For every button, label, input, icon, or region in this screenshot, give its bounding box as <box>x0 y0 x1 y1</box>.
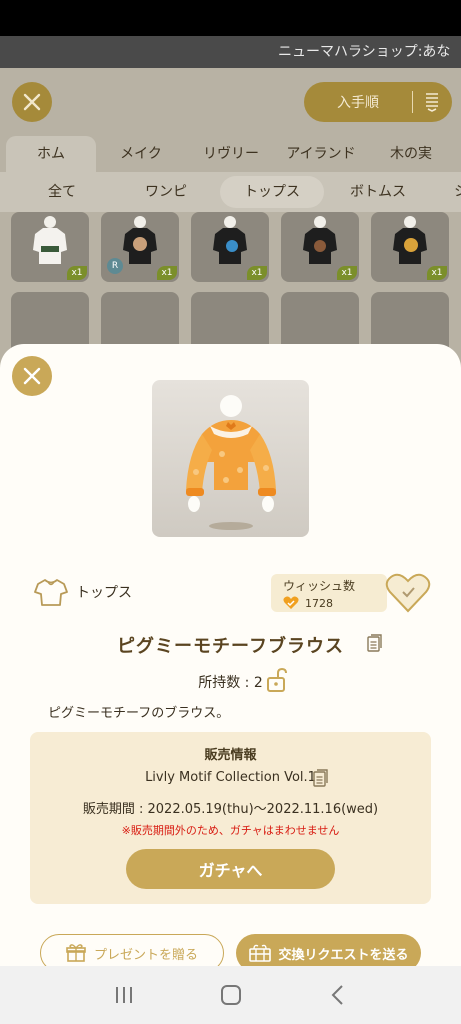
item-count: x1 <box>247 266 267 280</box>
close-shop-button[interactable] <box>12 82 52 122</box>
document-icon[interactable] <box>313 769 329 791</box>
owned-count: 所持数 : 2 <box>198 675 263 691</box>
category-label: トップス <box>34 574 132 610</box>
category-text: トップス <box>76 585 132 601</box>
home-icon <box>220 985 241 1005</box>
home-button[interactable] <box>211 975 251 1015</box>
tab-tops[interactable]: トップス <box>220 176 324 208</box>
wish-count-box: ウィッシュ数 1728 <box>271 574 387 612</box>
tab-make[interactable]: メイク <box>96 136 186 172</box>
recents-button[interactable] <box>104 975 144 1015</box>
tab-home[interactable]: ホム <box>6 136 96 172</box>
item-detail-sheet: トップス ウィッシュ数 1728 ピグミーモチーフブラウス 所持数 : 2 ピグ… <box>0 344 461 966</box>
subcategory-tabs: 全て ワンピ トップス ボトムス シ <box>0 172 461 212</box>
sort-label: 入手順 <box>337 95 379 111</box>
grid-item[interactable]: x1 <box>191 212 269 282</box>
wish-label: ウィッシュ数 <box>283 579 356 593</box>
shop-banner: ニューマハラショップ:あな <box>0 36 461 68</box>
tab-onepiece[interactable]: ワンピ <box>126 176 206 208</box>
grid-item[interactable]: x1 <box>11 212 89 282</box>
present-button[interactable]: プレゼントを贈る <box>40 934 224 966</box>
item-count: x1 <box>337 266 357 280</box>
present-label: プレゼントを贈る <box>93 947 198 963</box>
sale-warning: ※販売期間外のため、ガチャはまわせません <box>121 824 340 837</box>
wish-count: 1728 <box>305 596 333 610</box>
status-bar <box>0 0 461 36</box>
document-icon[interactable] <box>367 634 383 656</box>
sale-info-title: 販売情報 <box>204 748 257 763</box>
item-count: x1 <box>67 266 87 280</box>
tab-island[interactable]: アイランド <box>276 136 366 172</box>
close-icon <box>23 93 41 111</box>
heart-icon <box>385 573 431 613</box>
back-icon <box>331 985 343 1005</box>
close-detail-button[interactable] <box>12 356 52 396</box>
close-icon <box>23 367 41 385</box>
gift-icon <box>66 944 86 962</box>
gacha-button[interactable]: ガチャへ <box>126 849 335 889</box>
category-tabs: ホム メイク リヴリー アイランド 木の実 <box>0 136 461 172</box>
grid-item[interactable]: R x1 <box>101 212 179 282</box>
sale-period: 販売期間 : 2022.05.19(thu)〜2022.11.16(wed) <box>82 802 379 817</box>
list-sort-icon <box>413 92 451 112</box>
grid-item[interactable]: x1 <box>371 212 449 282</box>
shirt-icon <box>34 579 68 606</box>
trade-label: 交換リクエストを送る <box>278 947 409 963</box>
tab-nuts[interactable]: 木の実 <box>366 136 456 172</box>
shop-banner-text: ニューマハラショップ:あな <box>278 44 451 60</box>
grid-item[interactable]: x1 <box>281 212 359 282</box>
android-nav-bar <box>0 966 461 1024</box>
sale-info-box: 販売情報 Livly Motif Collection Vol.1 販売期間 :… <box>30 732 431 904</box>
item-count: x1 <box>157 266 177 280</box>
item-image <box>152 380 309 537</box>
tab-bottoms[interactable]: ボトムス <box>340 176 416 208</box>
sort-button[interactable]: 入手順 <box>304 82 452 122</box>
wish-button[interactable] <box>385 572 431 614</box>
item-name: ピグミーモチーフブラウス <box>117 636 344 657</box>
unlock-icon[interactable] <box>266 667 290 697</box>
heart-check-icon <box>283 596 299 609</box>
rarity-badge: R <box>107 258 123 274</box>
recents-icon <box>115 987 132 1003</box>
shop-page: ニューマハラショップ:あな 入手順 ホム メイク リヴリー アイランド 木の実 … <box>0 36 461 966</box>
item-description: ピグミーモチーフのブラウス。 <box>48 706 230 721</box>
tab-more[interactable]: シ <box>446 176 461 208</box>
tab-livly[interactable]: リヴリー <box>186 136 276 172</box>
collection-name: Livly Motif Collection Vol.1 <box>145 770 316 785</box>
back-button[interactable] <box>318 975 358 1015</box>
blouse-illustration <box>186 395 276 530</box>
item-count: x1 <box>427 266 447 280</box>
trade-icon <box>249 944 272 962</box>
tab-all[interactable]: 全て <box>22 176 102 208</box>
trade-request-button[interactable]: 交換リクエストを送る <box>236 934 421 966</box>
